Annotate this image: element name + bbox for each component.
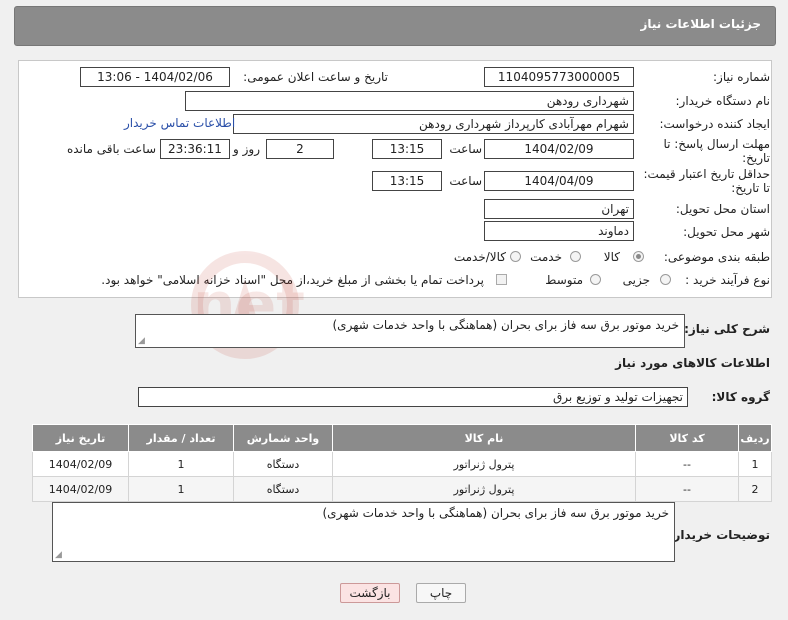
need-number-label: شماره نیاز: [713,70,770,84]
cell-code: -- [635,476,739,502]
cell-unit: دستگاه [233,451,333,477]
goods-table-header: ردیف کد کالا نام کالا واحد شمارش تعداد /… [32,424,772,452]
city-label: شهر محل تحویل: [683,225,770,239]
validity-label-2: تا تاریخ: [731,181,770,195]
validity-time-field[interactable]: 13:15 [372,171,442,191]
goods-section-title: اطلاعات کالاهای مورد نیاز [615,356,770,370]
cell-row: 1 [738,451,772,477]
cell-name: پترول ژنراتور [332,476,636,502]
need-details-page: جزئیات اطلاعات نیاز شماره نیاز: 11040957… [0,0,788,620]
announce-field[interactable]: 1404/02/06 - 13:06 [80,67,230,87]
validity-date-field[interactable]: 1404/04/09 [484,171,634,191]
process-medium-label: متوسط [545,273,583,287]
category-goods-label: کالا [603,250,620,264]
buyer-org-field[interactable]: شهرداری رودهن [185,91,634,111]
deadline-time-label: ساعت [449,142,482,156]
requester-field[interactable]: شهرام مهرآبادی کارپرداز شهرداری رودهن [233,114,634,134]
category-both-radio[interactable] [510,251,521,262]
need-number-field[interactable]: 1104095773000005 [484,67,634,87]
goods-group-label: گروه کالا: [711,390,770,404]
deadline-label: مهلت ارسال پاسخ: تا [663,137,770,151]
remaining-time-field[interactable]: 23:36:11 [160,139,230,159]
cell-unit: دستگاه [233,476,333,502]
category-both-label: کالا/خدمت [453,250,506,264]
category-service-label: خدمت [530,250,562,264]
city-field[interactable]: دماوند [484,221,634,241]
deadline-time-field[interactable]: 13:15 [372,139,442,159]
process-label: نوع فرآیند خرید : [685,273,770,287]
description-textarea[interactable]: خرید موتور برق سه فاز برای بحران (هماهنگ… [135,314,685,348]
cell-qty: 1 [128,476,234,502]
province-label: استان محل تحویل: [675,202,770,216]
resize-grip-icon[interactable]: ◢ [138,336,145,346]
col-row: ردیف [738,424,772,452]
buyer-notes-textarea[interactable]: خرید موتور برق سه فاز برای بحران (هماهنگ… [52,502,675,562]
col-name: نام کالا [332,424,636,452]
treasury-payment-checkbox[interactable] [496,274,507,285]
days-field[interactable]: 2 [266,139,334,159]
table-row[interactable]: 1 -- پترول ژنراتور دستگاه 1 1404/02/09 [32,451,772,477]
process-minor-radio[interactable] [660,274,671,285]
goods-group-field[interactable]: تجهیزات تولید و توزیع برق [138,387,688,407]
col-date: تاریخ نیاز [32,424,129,452]
col-unit: واحد شمارش [233,424,333,452]
print-button[interactable]: چاپ [416,583,466,603]
deadline-label-2: تاریخ: [742,151,770,165]
category-label: طبقه بندی موضوعی: [663,250,770,264]
cell-date: 1404/02/09 [32,451,129,477]
description-label: شرح کلی نیاز: [684,322,770,336]
validity-label: حداقل تاریخ اعتبار قیمت: [643,167,770,181]
process-minor-label: جزیی [622,273,650,287]
col-qty: تعداد / مقدار [128,424,234,452]
resize-grip-icon[interactable]: ◢ [55,550,62,560]
buyer-notes-label: توضیحات خریدار: [668,528,770,542]
description-text: خرید موتور برق سه فاز برای بحران (هماهنگ… [332,318,680,332]
treasury-payment-note: پرداخت تمام یا بخشی از مبلغ خرید،از محل … [101,273,484,287]
days-label: روز و [233,142,260,156]
col-code: کد کالا [635,424,739,452]
remaining-label: ساعت باقی مانده [66,142,156,156]
validity-time-label: ساعت [449,174,482,188]
page-title: جزئیات اطلاعات نیاز [640,17,761,31]
buyer-notes-text: خرید موتور برق سه فاز برای بحران (هماهنگ… [322,506,670,520]
cell-name: پترول ژنراتور [332,451,636,477]
cell-row: 2 [738,476,772,502]
process-medium-radio[interactable] [590,274,601,285]
table-row[interactable]: 2 -- پترول ژنراتور دستگاه 1 1404/02/09 [32,476,772,502]
buyer-org-label: نام دستگاه خریدار: [675,94,771,108]
requester-label: ایجاد کننده درخواست: [659,117,770,131]
category-service-radio[interactable] [570,251,581,262]
cell-date: 1404/02/09 [32,476,129,502]
buyer-contact-link[interactable]: اطلاعات تماس خریدار [124,116,235,130]
back-button[interactable]: بازگشت [340,583,400,603]
deadline-date-field[interactable]: 1404/02/09 [484,139,634,159]
announce-label: تاریخ و ساعت اعلان عمومی: [243,70,388,84]
category-goods-radio[interactable] [633,251,644,262]
cell-qty: 1 [128,451,234,477]
cell-code: -- [635,451,739,477]
province-field[interactable]: تهران [484,199,634,219]
page-header: جزئیات اطلاعات نیاز [14,6,776,46]
goods-table: ردیف کد کالا نام کالا واحد شمارش تعداد /… [32,424,772,502]
